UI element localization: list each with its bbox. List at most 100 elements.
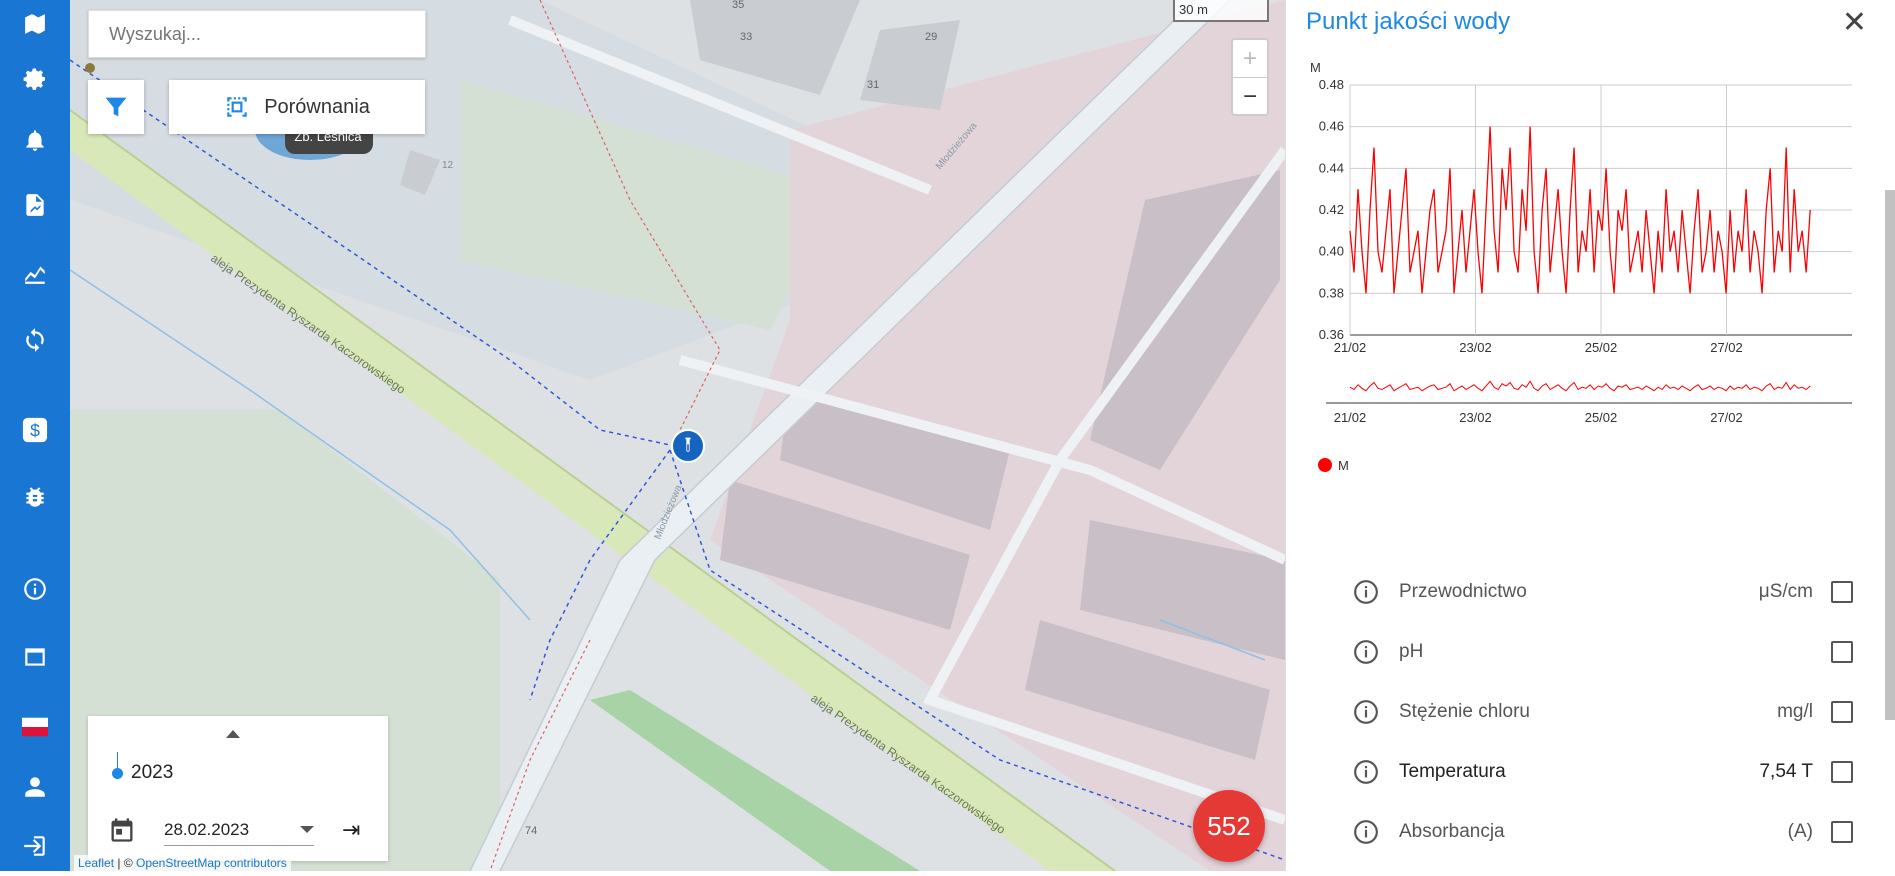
- building-number: 12: [442, 160, 454, 171]
- bug-icon[interactable]: [0, 467, 70, 527]
- param-checkbox[interactable]: [1831, 581, 1853, 603]
- panel-scrollbar[interactable]: [1885, 190, 1895, 720]
- search-box[interactable]: [88, 10, 426, 58]
- map-attribution: Leaflet | © OpenStreetMap contributors: [74, 855, 291, 871]
- zoom-control: + −: [1231, 38, 1269, 116]
- chevron-down-icon: [300, 826, 314, 833]
- dollar-icon[interactable]: $: [0, 400, 70, 460]
- calendar-icon[interactable]: [108, 816, 136, 844]
- filter-button[interactable]: [88, 80, 144, 134]
- param-checkbox[interactable]: [1831, 821, 1853, 843]
- param-name: Stężenie chloru: [1399, 701, 1530, 722]
- x-tick-label: 23/02: [1459, 340, 1492, 355]
- map-icon[interactable]: [0, 0, 70, 54]
- param-value: 7,54 T: [1759, 761, 1813, 782]
- building-number: 31: [867, 79, 879, 91]
- window-icon[interactable]: [0, 627, 70, 687]
- logout-icon[interactable]: [0, 816, 70, 876]
- param-row: Stężenie chloru mg/l: [1353, 692, 1853, 732]
- y-tick-label: 0.42: [1319, 202, 1344, 217]
- building-number: 74: [525, 825, 537, 837]
- info-icon[interactable]: [1353, 759, 1379, 785]
- param-row: Temperatura 7,54 T: [1353, 752, 1853, 792]
- y-tick-label: 0.46: [1319, 119, 1344, 134]
- legend-marker: [1318, 458, 1332, 472]
- building-number: 35: [732, 0, 744, 11]
- zoom-in-button[interactable]: +: [1233, 40, 1267, 78]
- leaflet-link[interactable]: Leaflet: [78, 856, 114, 870]
- timeline-dot: [112, 751, 123, 779]
- param-row: Przewodnictwo μS/cm: [1353, 572, 1853, 612]
- date-value: 28.02.2023: [164, 819, 250, 839]
- param-checkbox[interactable]: [1831, 701, 1853, 723]
- compare-button[interactable]: Porównania: [169, 80, 425, 134]
- svg-text:$: $: [30, 421, 40, 441]
- timeline-year-label: 2023: [131, 762, 174, 783]
- side-nav: $: [0, 0, 70, 871]
- building-number: 33: [740, 31, 752, 43]
- info-icon[interactable]: [0, 559, 70, 619]
- chart: 0.360.380.400.420.440.460.48 21/02 23/02 2…: [1310, 60, 1852, 473]
- param-checkbox[interactable]: [1831, 761, 1853, 783]
- map-scale: 30 m: [1173, 0, 1269, 22]
- overview-series-line-M: [1349, 380, 1811, 392]
- param-name: Temperatura: [1399, 761, 1506, 782]
- param-row: pH: [1353, 632, 1853, 672]
- overview-x-tick-label: 27/02: [1710, 410, 1743, 425]
- x-tick-label: 27/02: [1710, 340, 1743, 355]
- attribution-separator: | ©: [114, 856, 136, 870]
- building-number: 29: [925, 31, 937, 43]
- x-tick-label: 21/02: [1334, 340, 1367, 355]
- y-tick-label: 0.44: [1319, 160, 1344, 175]
- map-view[interactable]: Zb. Leśnica aleja Prezydenta Ryszarda Ka…: [70, 0, 1285, 871]
- param-value: (A): [1787, 821, 1813, 842]
- panel-title: Punkt jakości wody: [1306, 8, 1511, 35]
- param-name: Absorbancja: [1399, 821, 1505, 842]
- overview-x-tick-label: 23/02: [1459, 410, 1492, 425]
- test-tube-icon: [685, 437, 691, 452]
- date-picker-row: 28.02.2023 ⇥: [108, 810, 378, 850]
- info-icon[interactable]: [1353, 639, 1379, 665]
- compare-label: Porównania: [264, 95, 370, 118]
- overview-x-tick-label: 25/02: [1585, 410, 1618, 425]
- param-name: pH: [1399, 641, 1424, 662]
- water-quality-marker[interactable]: [671, 429, 705, 463]
- param-name: Przewodnictwo: [1399, 581, 1527, 602]
- osm-link[interactable]: OpenStreetMap contributors: [136, 856, 287, 870]
- overview-x-axis: 21/02 23/02 25/02 27/02: [1334, 410, 1743, 425]
- compare-icon: [227, 97, 247, 117]
- chart-grid: [1349, 84, 1852, 336]
- param-value: mg/l: [1777, 701, 1813, 722]
- poland-flag-icon[interactable]: [0, 697, 70, 757]
- legend-label: M: [1338, 458, 1349, 473]
- jump-to-end-button[interactable]: ⇥: [342, 817, 360, 843]
- alert-count-button[interactable]: 552: [1193, 790, 1265, 862]
- report-icon[interactable]: [0, 175, 70, 235]
- y-axis: 0.360.380.400.420.440.460.48: [1319, 77, 1344, 342]
- bell-icon[interactable]: [0, 110, 70, 170]
- info-icon[interactable]: [1353, 579, 1379, 605]
- y-axis-label: M: [1310, 60, 1321, 75]
- filter-icon: [105, 97, 127, 117]
- close-icon[interactable]: ✕: [1842, 8, 1867, 38]
- chevron-up-icon[interactable]: [226, 730, 240, 738]
- x-axis: 21/02 23/02 25/02 27/02: [1334, 340, 1743, 355]
- chart-icon[interactable]: [0, 243, 70, 303]
- search-input[interactable]: [107, 22, 407, 46]
- param-row: Absorbancja (A): [1353, 812, 1853, 852]
- date-select[interactable]: 28.02.2023: [164, 815, 314, 846]
- param-value: μS/cm: [1758, 581, 1813, 602]
- info-icon[interactable]: [1353, 819, 1379, 845]
- y-tick-label: 0.38: [1319, 285, 1344, 300]
- user-icon[interactable]: [0, 757, 70, 817]
- detail-panel: Punkt jakości wody ✕ 0.36 0.38 0.40 0.42 0.4…: [1285, 0, 1895, 871]
- param-checkbox[interactable]: [1831, 641, 1853, 663]
- zoom-out-button[interactable]: −: [1233, 78, 1267, 115]
- y-tick-label: 0.40: [1319, 244, 1344, 259]
- timeline-panel: 2023 28.02.2023 ⇥: [88, 716, 388, 861]
- info-icon[interactable]: [1353, 699, 1379, 725]
- timeline-year[interactable]: 2023: [112, 751, 174, 784]
- x-tick-label: 25/02: [1585, 340, 1618, 355]
- sync-icon[interactable]: [0, 310, 70, 370]
- gear-icon[interactable]: [0, 50, 70, 110]
